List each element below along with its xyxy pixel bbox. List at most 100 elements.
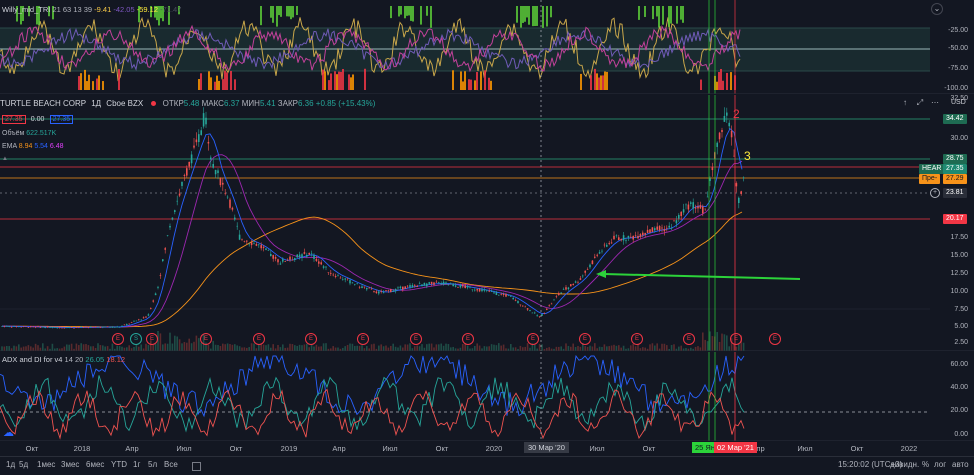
earnings-marker[interactable]: E — [410, 333, 422, 345]
annotation-label-3: 3 — [744, 149, 751, 163]
collapse-legend-icon[interactable]: ▲ — [2, 156, 8, 162]
symbol-name[interactable]: TURTLE BEACH CORP — [0, 99, 86, 108]
range-5d[interactable]: 5д — [19, 460, 28, 469]
candle — [51, 327, 54, 328]
earnings-marker[interactable]: E — [631, 333, 643, 345]
top-indicator-value-2: -42.05 — [113, 5, 135, 14]
candle — [500, 294, 502, 295]
volume-bar — [555, 346, 558, 351]
crosshair-date-tag: 30 Мар '20 — [524, 442, 569, 453]
price-axis-tick: 2.50 — [954, 339, 968, 346]
dividends-toggle[interactable]: дивидн. — [890, 460, 919, 469]
volume-legend[interactable]: Объём 622.517K — [2, 130, 56, 137]
volume-bar — [558, 346, 560, 351]
scroll-up-icon[interactable]: ↑ — [900, 98, 910, 108]
volume-bar — [594, 343, 596, 351]
range-1y[interactable]: 1г — [133, 460, 140, 469]
tradingview-logo-icon[interactable]: ☁ — [3, 426, 14, 439]
auto-toggle[interactable]: авто — [952, 460, 969, 469]
low-label: МИН — [241, 99, 260, 108]
bottom-indicator-pane[interactable]: ADX and DI for v4 14 20 26.05 18.12 60.0… — [0, 352, 974, 441]
adx-legend[interactable]: ADX and DI for v4 14 20 26.05 18.12 — [2, 355, 125, 364]
earnings-marker[interactable]: E — [769, 333, 781, 345]
volume-bar — [488, 346, 490, 351]
volume-bar — [442, 345, 445, 351]
candle — [150, 308, 152, 309]
candle — [531, 312, 534, 314]
range-all[interactable]: Все — [164, 460, 178, 469]
collapse-pane-button[interactable]: ⌄ — [931, 3, 943, 15]
range-1d[interactable]: 1д — [6, 460, 15, 469]
candle — [114, 327, 116, 328]
ask-box[interactable]: 27.35 — [49, 115, 74, 124]
earnings-marker[interactable]: E — [357, 333, 369, 345]
earnings-marker[interactable]: E — [146, 333, 158, 345]
exchange: Cboe BZX — [106, 99, 144, 108]
log-toggle[interactable]: лог — [934, 460, 946, 469]
candle — [154, 293, 157, 296]
candle — [378, 291, 380, 294]
earnings-marker[interactable]: E — [730, 333, 742, 345]
earnings-marker[interactable]: E — [579, 333, 591, 345]
price-tag-low: 20.17 — [943, 214, 967, 224]
mid-value: 0.00 — [30, 116, 45, 123]
volume-bar — [438, 344, 440, 351]
candle — [217, 170, 219, 174]
candle — [18, 326, 20, 328]
candle — [32, 326, 34, 328]
top-indicator-pane[interactable]: Willy_mid_TRI 21 63 13 39 -9.41 -42.05 -… — [0, 0, 974, 94]
earnings-marker[interactable]: E — [305, 333, 317, 345]
price-axis-tick: 32.50 — [950, 95, 968, 102]
volume-bar — [663, 343, 666, 351]
earnings-marker[interactable]: E — [462, 333, 474, 345]
candle — [272, 255, 274, 259]
open-label: ОТКР — [162, 99, 184, 108]
range-ytd[interactable]: YTD — [111, 460, 127, 469]
range-1m[interactable]: 1мес — [37, 460, 55, 469]
earnings-marker[interactable]: E — [112, 333, 124, 345]
candle — [339, 277, 342, 279]
earnings-marker[interactable]: E — [200, 333, 212, 345]
volume-bar — [308, 347, 310, 351]
time-axis-label: Окт — [850, 444, 864, 453]
oscillator-low-bar — [718, 72, 720, 90]
volume-bar — [522, 347, 524, 351]
volume-bar — [306, 343, 308, 351]
maximize-pane-icon[interactable]: ⤢ — [915, 98, 925, 108]
oscillator-low-bar — [338, 71, 340, 90]
volume-bar — [121, 346, 123, 351]
volume-bar — [337, 347, 339, 351]
candle — [147, 314, 150, 316]
interval[interactable]: 1Д — [91, 99, 101, 108]
adx-title: ADX and DI for v4 — [2, 355, 63, 364]
earnings-marker[interactable]: E — [527, 333, 539, 345]
bid-box[interactable]: 27.35 — [2, 115, 26, 124]
percent-toggle[interactable]: % — [922, 460, 929, 469]
oscillator-high-bar — [408, 6, 410, 16]
add-alert-button[interactable]: + — [930, 188, 940, 198]
split-marker[interactable]: S — [130, 333, 142, 345]
main-chart-pane[interactable]: TURTLE BEACH CORP 1Д Cboe BZX ОТКР5.48 М… — [0, 95, 974, 351]
candle — [54, 327, 56, 328]
candle — [303, 252, 306, 254]
candle — [198, 134, 200, 143]
date-range-icon[interactable] — [192, 462, 201, 471]
earnings-marker[interactable]: E — [253, 333, 265, 345]
volume-bar — [344, 346, 346, 351]
candle — [34, 326, 37, 328]
range-6m[interactable]: 6мес — [86, 460, 104, 469]
more-options-icon[interactable]: ⋯ — [930, 98, 940, 108]
candle — [106, 326, 109, 328]
candle — [246, 240, 248, 242]
candle — [603, 244, 606, 246]
earnings-marker[interactable]: E — [683, 333, 695, 345]
candle — [186, 168, 188, 176]
adx-value-1: 26.05 — [85, 355, 105, 364]
range-5y[interactable]: 5л — [148, 460, 157, 469]
ema-legend[interactable]: EMA 8.94 5.54 6.48 — [2, 143, 64, 150]
volume-bar — [478, 345, 481, 351]
range-3m[interactable]: 3мес — [61, 460, 79, 469]
volume-bar — [346, 344, 349, 351]
candle — [195, 139, 198, 143]
candle — [661, 227, 663, 229]
